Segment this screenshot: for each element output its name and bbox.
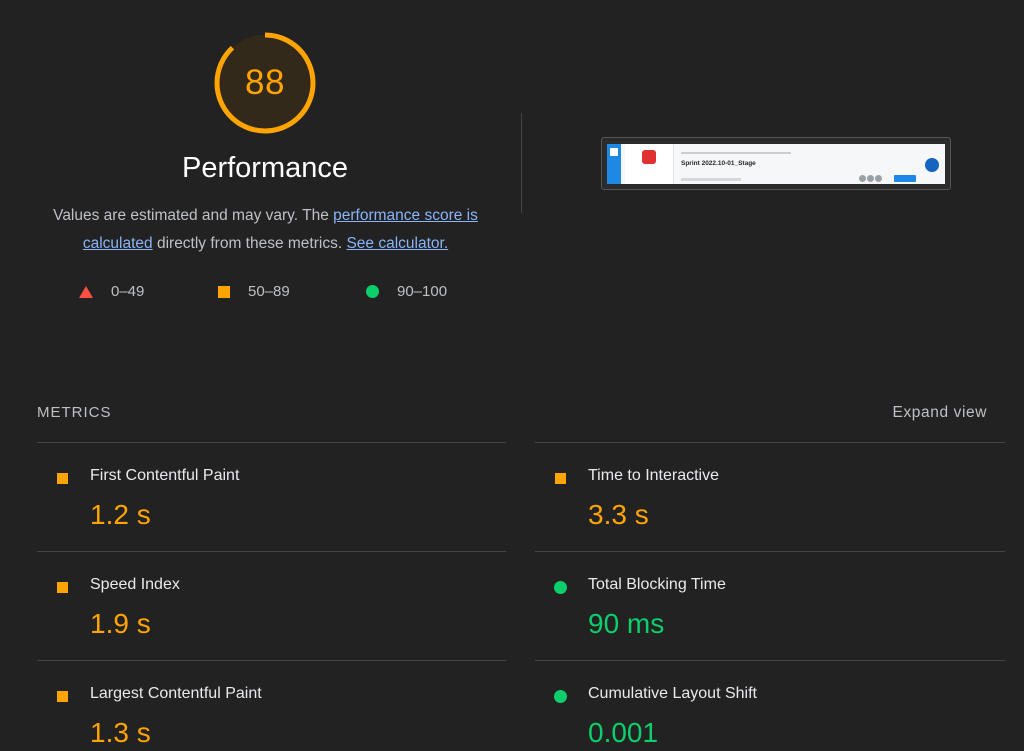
screenshot-sidebar	[607, 144, 621, 184]
metrics-divider	[535, 442, 1005, 443]
screenshot-title: Sprint 2022.10-01_Stage	[681, 160, 756, 167]
square-icon	[57, 582, 68, 593]
metric-label: Speed Index	[90, 576, 180, 593]
score-gauge: 88	[213, 31, 317, 135]
see-calculator-link[interactable]: See calculator.	[346, 235, 448, 252]
square-icon	[218, 285, 230, 298]
description-prefix: Values are estimated and may vary. The	[53, 207, 334, 224]
final-screenshot[interactable]: Sprint 2022.10-01_Stage	[601, 137, 951, 190]
legend-range: 90–100	[397, 283, 448, 300]
legend-range: 0–49	[111, 283, 145, 300]
legend-item-pass: 90–100	[366, 283, 447, 300]
metric-first-contentful-paint: First Contentful Paint 1.2 s	[37, 463, 487, 563]
metric-value: 3.3 s	[588, 499, 649, 530]
screenshot-project-panel	[625, 144, 674, 184]
metric-label: Time to Interactive	[588, 467, 720, 484]
metrics-divider	[37, 442, 506, 443]
square-icon	[57, 691, 68, 702]
screenshot-content: Sprint 2022.10-01_Stage	[607, 144, 945, 184]
square-icon	[57, 473, 68, 484]
metric-value: 90 ms	[588, 608, 665, 639]
metric-value: 1.3 s	[90, 717, 151, 748]
screenshot-button	[894, 175, 916, 182]
screenshot-tabs	[681, 178, 741, 181]
lighthouse-report: 88 Performance Values are estimated and …	[0, 0, 1024, 751]
metrics-header: METRICS	[37, 404, 112, 421]
expand-view-button[interactable]: Expand view	[893, 404, 987, 422]
legend-item-fail: 0–49	[79, 283, 144, 300]
vertical-divider	[521, 113, 522, 213]
legend-range: 50–89	[248, 283, 290, 300]
triangle-icon	[79, 285, 93, 298]
metric-label: First Contentful Paint	[90, 467, 240, 484]
project-logo-icon	[642, 150, 656, 164]
metric-label: Total Blocking Time	[588, 576, 726, 593]
metric-total-blocking-time: Total Blocking Time 90 ms	[535, 572, 985, 672]
metric-label: Cumulative Layout Shift	[588, 685, 757, 702]
metric-time-to-interactive: Time to Interactive 3.3 s	[535, 463, 985, 563]
screenshot-chat-icon	[925, 158, 939, 172]
metric-largest-contentful-paint: Largest Contentful Paint 1.3 s	[37, 681, 487, 751]
metric-speed-index: Speed Index 1.9 s	[37, 572, 487, 672]
metric-label: Largest Contentful Paint	[90, 685, 262, 702]
metric-cumulative-layout-shift: Cumulative Layout Shift 0.001	[535, 681, 985, 751]
square-icon	[555, 473, 566, 484]
screenshot-breadcrumb	[681, 152, 791, 154]
metric-value: 1.2 s	[90, 499, 151, 530]
screenshot-avatars	[859, 175, 883, 182]
circle-icon	[554, 581, 567, 594]
metric-value: 1.9 s	[90, 608, 151, 639]
avatar	[875, 175, 882, 182]
legend-item-average: 50–89	[218, 283, 290, 300]
avatar	[859, 175, 866, 182]
score-description: Values are estimated and may vary. The p…	[38, 202, 493, 258]
avatar	[867, 175, 874, 182]
app-icon	[610, 148, 618, 156]
metric-value: 0.001	[588, 717, 659, 748]
circle-icon	[366, 285, 379, 298]
category-title: Performance	[181, 152, 348, 184]
description-middle: directly from these metrics.	[152, 235, 347, 252]
score-legend: 0–49 50–89 90–100	[0, 283, 530, 303]
score-value: 88	[245, 63, 285, 102]
circle-icon	[554, 690, 567, 703]
